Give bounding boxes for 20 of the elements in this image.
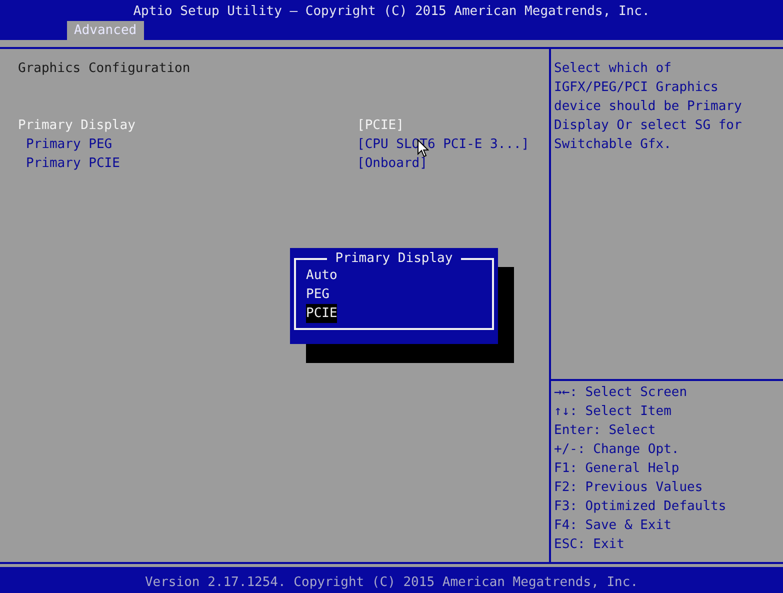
popup-option[interactable]: PCIE [306, 304, 338, 323]
key-help-text: F4: Save & Exit [554, 517, 672, 535]
key-help-text: Enter: Select [554, 422, 656, 440]
key-help-text: F2: Previous Values [554, 479, 703, 497]
popup-option[interactable]: Auto [306, 266, 338, 285]
setting-value[interactable]: [Onboard] [357, 154, 428, 173]
section-title: Graphics Configuration [18, 60, 190, 78]
window-title: Aptio Setup Utility – Copyright (C) 2015 American Megatrends, Inc. [133, 3, 650, 21]
key-help-text: +/-: Change Opt. [554, 441, 680, 459]
key-help-text: F3: Optimized Defaults [554, 498, 726, 516]
help-description: Select which of IGFX/PEG/PCI Graphics device should be Primary Display Or select SG for Switchable Gfx. [554, 60, 743, 154]
setting-label[interactable]: Primary PEG [18, 135, 357, 154]
key-help-text: →←: Select Screen [554, 384, 688, 402]
key-help-text: ESC: Exit [554, 536, 624, 554]
key-help-text: ↑↓: Select Item [554, 403, 672, 421]
popup-option[interactable]: PEG [306, 285, 330, 304]
version-text: Version 2.17.1254. Copyright (C) 2015 American Megatrends, Inc. [144, 574, 638, 592]
setting-label[interactable]: Primary PCIE [18, 154, 357, 173]
key-help-text: F1: General Help [554, 460, 680, 478]
popup-title: Primary Display [327, 249, 461, 268]
